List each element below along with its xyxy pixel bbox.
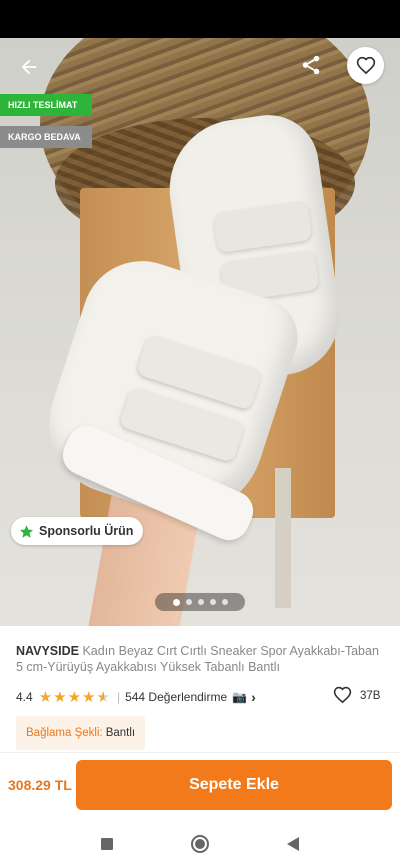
fast-delivery-badge: HIZLI TESLİMAT [0,94,92,116]
favorite-button[interactable] [347,47,384,84]
star-icon: ★ [67,688,82,706]
variant-value: Bantlı [105,727,136,739]
star-icon: ★ [82,688,96,706]
sponsored-badge: Sponsorlu Ürün [11,517,144,545]
product-title: NAVYSIDE Kadın Beyaz Cırt Cırtlı Sneaker… [16,643,388,675]
star-icon [19,524,34,538]
carousel-dot [221,599,228,605]
camera-icon: 📷 [232,690,248,704]
divider [0,752,400,753]
system-nav-bar [0,822,400,866]
rating-stars: ★ ★ ★ ★ ★ [39,690,110,705]
rating-value: 4.4 [16,690,33,704]
heart-icon [356,56,375,74]
star-icon: ★ [38,688,53,706]
star-half-icon: ★ [96,688,110,706]
chevron-right-icon[interactable]: › [251,689,256,705]
free-cargo-badge: KARGO BEDAVA [0,126,92,148]
carousel-dot [209,599,216,605]
review-count[interactable]: 544 Değerlendirme [125,690,227,704]
carousel-dot [197,599,204,605]
status-bar [0,0,400,38]
back-arrow-icon[interactable] [12,50,46,84]
carousel-indicator [155,593,245,611]
rating-row[interactable]: 4.4 ★ ★ ★ ★ ★ | 544 Değerlendirme 📷 › [16,688,386,706]
favorite-count-value: 37B [360,689,381,702]
share-icon[interactable] [296,50,326,80]
favorite-count[interactable]: 37B [333,686,380,705]
heart-icon [333,686,352,704]
product-brand[interactable]: NAVYSIDE [16,644,79,658]
separator: | [116,690,121,704]
add-to-cart-button[interactable]: Sepete Ekle [76,760,392,810]
carousel-dot [172,598,180,606]
price: 308.29 TL [8,777,72,793]
nav-home-icon[interactable] [190,834,210,854]
star-icon: ★ [53,688,67,706]
photo-stool-leg [275,468,291,608]
variant-selector[interactable]: Bağlama Şekli: Bantlı [16,716,146,750]
carousel-dot [185,599,192,605]
photo-shoe-strap [212,200,313,254]
sponsored-label: Sponsorlu Ürün [39,524,134,538]
nav-recent-icon[interactable] [100,837,114,851]
nav-back-icon[interactable] [286,836,300,852]
variant-label: Bağlama Şekli: [26,727,103,739]
